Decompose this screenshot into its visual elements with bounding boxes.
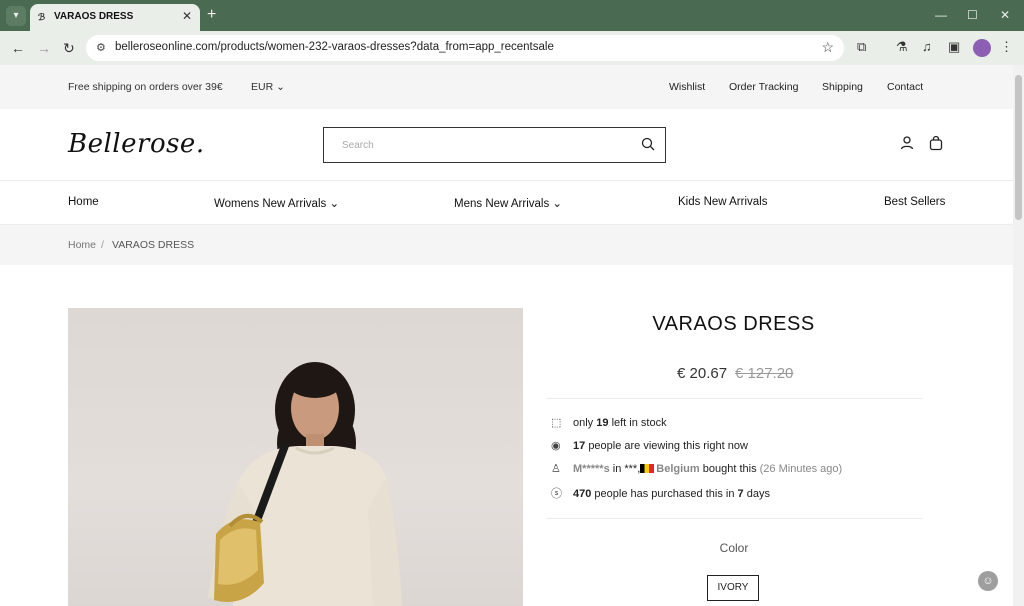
chevron-down-icon: ⌄ — [329, 198, 340, 210]
eye-icon: ◉ — [551, 440, 561, 452]
search-input[interactable]: Search — [323, 127, 666, 163]
profile-avatar[interactable] — [973, 39, 991, 57]
purchased-days: 7 — [737, 488, 744, 500]
breadcrumb-separator: / — [101, 239, 104, 251]
currency-selector[interactable]: EUR ⌄ — [251, 81, 285, 93]
support-chat-icon[interactable]: ☺ — [978, 571, 998, 591]
purchased-info: ⓢ 470 people has purchased this in 7 days — [551, 485, 770, 501]
search-icon[interactable] — [641, 137, 655, 151]
breadcrumb-home[interactable]: Home — [68, 239, 96, 251]
contact-link[interactable]: Contact — [887, 81, 923, 93]
recent-country: Belgium — [656, 463, 700, 475]
user-icon: ♙ — [551, 463, 561, 475]
recent-location: in ***, — [612, 463, 641, 475]
reload-icon[interactable]: ↻ — [63, 40, 75, 57]
shipping-note: Free shipping on orders over 39€ — [68, 81, 223, 93]
site-info-icon[interactable]: ⚙ — [96, 41, 106, 54]
recent-purchase-info: ♙ M*****s in ***, Belgium bought this (26 … — [551, 462, 842, 475]
dollar-coin-icon: ⓢ — [551, 488, 562, 500]
scrollbar-thumb[interactable] — [1015, 75, 1022, 220]
recent-time: (26 Minutes ago) — [759, 463, 843, 475]
nav-item-kids-new-arrivals[interactable]: Kids New Arrivals — [678, 196, 767, 208]
breadcrumb-current: VARAOS DRESS — [112, 239, 195, 251]
recent-action: bought this — [702, 463, 757, 475]
color-option-ivory[interactable]: IVORY — [707, 575, 759, 601]
purchased-count: 470 — [573, 488, 592, 500]
stock-info: ⬚ only 19 left in stock — [551, 416, 667, 429]
box-icon: ⬚ — [551, 417, 562, 429]
stock-suffix: left in stock — [611, 417, 667, 429]
product-title: VARAOS DRESS — [652, 313, 815, 335]
minimize-icon[interactable]: — — [935, 8, 947, 22]
nav-label: Mens New Arrivals — [454, 198, 550, 210]
viewers-info: ◉ 17 people are viewing this right now — [551, 439, 748, 452]
nav-label: Womens New Arrivals — [214, 198, 327, 210]
stock-prefix: only — [573, 417, 594, 429]
wishlist-link[interactable]: Wishlist — [669, 81, 705, 93]
product-image[interactable] — [68, 308, 523, 606]
main-navigation: Home Womens New Arrivals ⌄ Mens New Arri… — [0, 181, 1013, 225]
announcement-bar: Free shipping on orders over 39€ EUR ⌄ W… — [0, 65, 1013, 109]
menu-icon[interactable]: ⋮ — [1000, 39, 1013, 55]
forward-icon[interactable]: → — [37, 40, 51, 56]
chevron-down-icon: ⌄ — [552, 198, 563, 210]
site-favicon-icon: ℬ — [38, 12, 46, 22]
maximize-icon[interactable]: ☐ — [967, 8, 978, 22]
divider — [546, 398, 922, 399]
nav-item-home[interactable]: Home — [68, 196, 99, 208]
tab-search-icon[interactable]: ▾ — [6, 6, 26, 26]
account-icon[interactable] — [899, 135, 915, 151]
browser-toolbar: ← → ↻ ⚙ belleroseonline.com/products/wom… — [0, 31, 1024, 65]
page-scrollbar[interactable] — [1013, 65, 1024, 606]
bookmark-star-icon[interactable]: ☆ — [821, 39, 834, 56]
currency-label: EUR — [251, 81, 274, 93]
purchased-mid: people has purchased this in — [594, 488, 735, 500]
order-tracking-link[interactable]: Order Tracking — [729, 81, 798, 93]
web-page: Free shipping on orders over 39€ EUR ⌄ W… — [0, 65, 1013, 606]
back-icon[interactable]: ← — [11, 40, 25, 56]
cart-bag-icon[interactable] — [928, 135, 944, 151]
stock-count: 19 — [596, 417, 609, 429]
tab-close-icon[interactable]: ✕ — [182, 9, 192, 23]
site-logo[interactable]: Bellerose. — [68, 129, 205, 159]
original-price: € 127.20 — [735, 365, 794, 382]
recent-buyer: M*****s — [573, 463, 610, 475]
url-text[interactable]: belleroseonline.com/products/women-232-v… — [115, 41, 554, 53]
product-photo-illustration — [208, 362, 402, 606]
viewers-count: 17 — [573, 440, 586, 452]
media-icon[interactable]: ♫ — [922, 39, 932, 54]
shipping-link[interactable]: Shipping — [822, 81, 863, 93]
window-close-icon[interactable]: ✕ — [1000, 8, 1010, 22]
chevron-down-icon: ⌄ — [276, 81, 285, 93]
url-bar[interactable]: ⚙ belleroseonline.com/products/women-232… — [86, 35, 844, 61]
side-panel-icon[interactable]: ▣ — [948, 39, 960, 55]
site-header: Bellerose. Search — [0, 109, 1013, 181]
nav-item-best-sellers[interactable]: Best Sellers — [884, 196, 945, 208]
lab-icon[interactable]: ⚗ — [896, 39, 908, 55]
viewers-suffix: people are viewing this right now — [588, 440, 748, 452]
color-label: Color — [719, 541, 749, 555]
browser-tab-bar: ▾ ℬ VARAOS DRESS ✕ + — ☐ ✕ — [0, 0, 1024, 31]
tab-title: VARAOS DRESS — [54, 11, 134, 22]
nav-item-mens-new-arrivals[interactable]: Mens New Arrivals ⌄ — [454, 196, 562, 210]
belgium-flag-icon — [640, 464, 655, 473]
breadcrumb: Home / VARAOS DRESS — [0, 225, 1013, 265]
divider — [546, 518, 922, 519]
extensions-icon[interactable]: ⧉ — [857, 39, 866, 55]
purchased-suffix: days — [746, 488, 770, 500]
nav-item-womens-new-arrivals[interactable]: Womens New Arrivals ⌄ — [214, 196, 339, 210]
sale-price: € 20.67 — [677, 365, 728, 382]
search-placeholder: Search — [342, 140, 374, 151]
new-tab-icon[interactable]: + — [207, 6, 216, 24]
browser-tab[interactable]: ℬ VARAOS DRESS ✕ — [30, 4, 200, 31]
